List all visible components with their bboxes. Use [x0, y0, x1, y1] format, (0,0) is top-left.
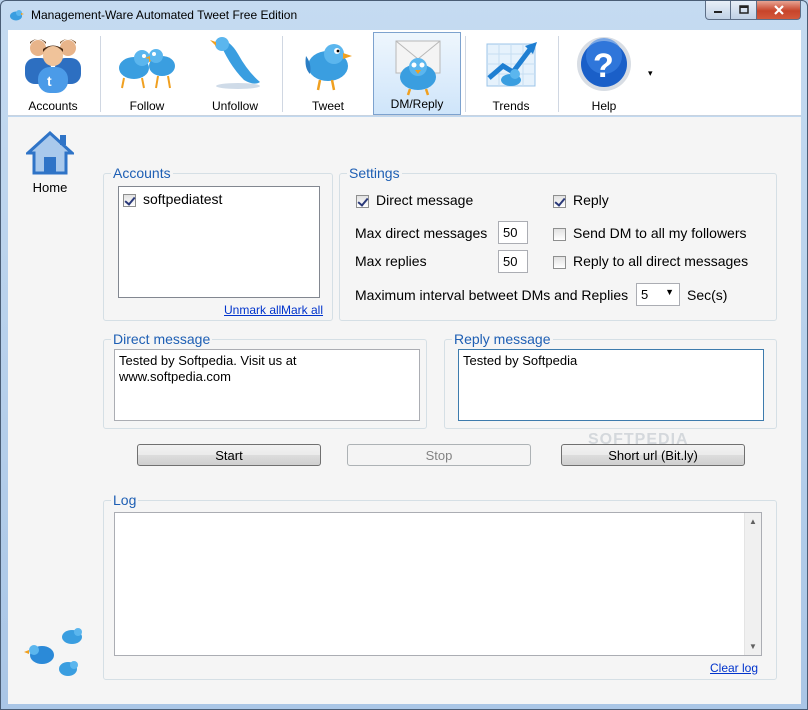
toolbar-tweet-label: Tweet — [311, 99, 344, 113]
log-textarea[interactable]: ▲ ▼ — [114, 512, 762, 656]
minimize-icon — [714, 11, 722, 13]
send-dm-all-option[interactable]: Send DM to all my followers — [553, 225, 747, 241]
toolbar-trends-label: Trends — [492, 99, 530, 113]
toolbar-separator — [465, 36, 466, 112]
reply-all-dm-checkbox[interactable] — [553, 255, 566, 269]
svg-text:t: t — [47, 73, 52, 89]
title-bar[interactable]: Management-Ware Automated Tweet Free Edi… — [1, 1, 807, 29]
direct-message-legend: Direct message — [111, 331, 213, 347]
trends-icon — [486, 42, 537, 87]
maximize-icon — [738, 5, 749, 14]
account-name: softpediatest — [143, 191, 223, 207]
toolbar-accounts-button[interactable]: t Accounts — [10, 30, 96, 116]
clear-log-link[interactable]: Clear log — [710, 661, 758, 675]
accounts-listbox[interactable]: softpediatest — [118, 186, 320, 298]
app-bird-icon — [10, 10, 24, 21]
unfollow-icon — [210, 37, 260, 89]
max-replies-label: Max replies — [355, 253, 427, 269]
help-icon: ? — [577, 37, 631, 91]
home-label: Home — [32, 180, 68, 195]
toolbar-dm-reply-button[interactable]: DM/Reply — [373, 32, 461, 115]
toolbar-accounts-label: Accounts — [28, 99, 78, 113]
reply-option[interactable]: Reply — [553, 192, 609, 208]
svg-text:?: ? — [593, 47, 614, 85]
reply-label: Reply — [573, 192, 609, 208]
reply-all-dm-option[interactable]: Reply to all direct messages — [553, 253, 748, 269]
toolbar-unfollow-button[interactable]: Unfollow — [192, 30, 278, 116]
send-dm-all-checkbox[interactable] — [553, 227, 566, 241]
toolbar-overflow-chevron-icon[interactable]: ▾ — [648, 68, 653, 79]
interval-unit: Sec(s) — [687, 287, 728, 303]
close-button[interactable] — [757, 1, 801, 20]
settings-group: Settings Direct message Reply Max direct… — [339, 165, 777, 321]
toolbar-follow-button[interactable]: Follow — [104, 30, 190, 116]
app-window: Management-Ware Automated Tweet Free Edi… — [0, 0, 808, 710]
toolbar-separator — [558, 36, 559, 112]
reply-all-dm-label: Reply to all direct messages — [573, 253, 749, 269]
max-replies-input[interactable]: 50 — [498, 250, 528, 273]
accounts-group: Accounts softpediatest Unmark all Mark a… — [103, 165, 333, 321]
max-dm-label: Max direct messages — [355, 225, 488, 241]
home-icon — [24, 130, 76, 175]
list-item[interactable]: softpediatest — [123, 191, 222, 207]
toolbar-separator — [282, 36, 283, 112]
toolbar-follow-label: Follow — [129, 99, 165, 113]
close-icon — [773, 5, 784, 15]
stop-button[interactable]: Stop — [347, 444, 531, 466]
follow-icon — [119, 49, 175, 89]
main-toolbar: t Accounts Follow Unfollow Tweet DM/Repl… — [8, 30, 801, 116]
interval-value: 5 — [641, 287, 649, 302]
log-group: Log ▲ ▼ Clear log — [103, 492, 777, 680]
reply-message-legend: Reply message — [452, 331, 553, 347]
toolbar-trends-button[interactable]: Trends — [468, 30, 554, 116]
tweet-icon — [305, 44, 352, 91]
send-dm-all-label: Send DM to all my followers — [573, 225, 747, 241]
toolbar-help-button[interactable]: ? Help — [562, 30, 646, 116]
toolbar-dm-reply-label: DM/Reply — [390, 97, 444, 111]
direct-message-label: Direct message — [376, 192, 474, 208]
direct-message-option[interactable]: Direct message — [356, 192, 473, 208]
maximize-button[interactable] — [731, 1, 757, 20]
birds-logo-icon — [24, 628, 82, 676]
mark-all-link[interactable]: Mark all — [281, 303, 323, 317]
settings-legend: Settings — [347, 165, 402, 181]
accounts-icon: t — [25, 39, 81, 93]
account-checkbox[interactable] — [123, 193, 136, 207]
reply-message-group: Reply message Tested by Softpedia — [444, 331, 777, 429]
max-dm-input[interactable]: 50 — [498, 221, 528, 244]
scroll-up-icon[interactable]: ▲ — [745, 513, 761, 530]
window-title: Management-Ware Automated Tweet Free Edi… — [31, 8, 298, 22]
log-scrollbar[interactable]: ▲ ▼ — [744, 513, 761, 655]
direct-message-textarea[interactable]: Tested by Softpedia. Visit us at www.sof… — [114, 349, 420, 421]
interval-label: Maximum interval betweet DMs and Replies — [355, 287, 629, 303]
home-button[interactable]: Home — [24, 130, 76, 195]
toolbar-tweet-button[interactable]: Tweet — [286, 30, 370, 116]
accounts-legend: Accounts — [111, 165, 173, 181]
chevron-down-icon: ▼ — [665, 287, 674, 297]
direct-message-checkbox[interactable] — [356, 194, 369, 208]
client-area: Home Accounts softpediatest Unmark all M… — [8, 117, 801, 704]
watermark: SOFTPEDIA — [588, 431, 689, 448]
toolbar-help-label: Help — [591, 99, 617, 113]
start-button[interactable]: Start — [137, 444, 321, 466]
scroll-down-icon[interactable]: ▼ — [745, 638, 761, 655]
reply-checkbox[interactable] — [553, 194, 566, 208]
toolbar-unfollow-label: Unfollow — [211, 99, 259, 113]
minimize-button[interactable] — [705, 1, 731, 20]
dm-reply-icon — [395, 40, 441, 96]
log-legend: Log — [111, 492, 139, 508]
reply-message-textarea[interactable]: Tested by Softpedia — [458, 349, 764, 421]
interval-select[interactable]: 5 ▼ — [636, 283, 680, 306]
toolbar-separator — [100, 36, 101, 112]
unmark-all-link[interactable]: Unmark all — [224, 303, 281, 317]
direct-message-group: Direct message Tested by Softpedia. Visi… — [103, 331, 427, 429]
